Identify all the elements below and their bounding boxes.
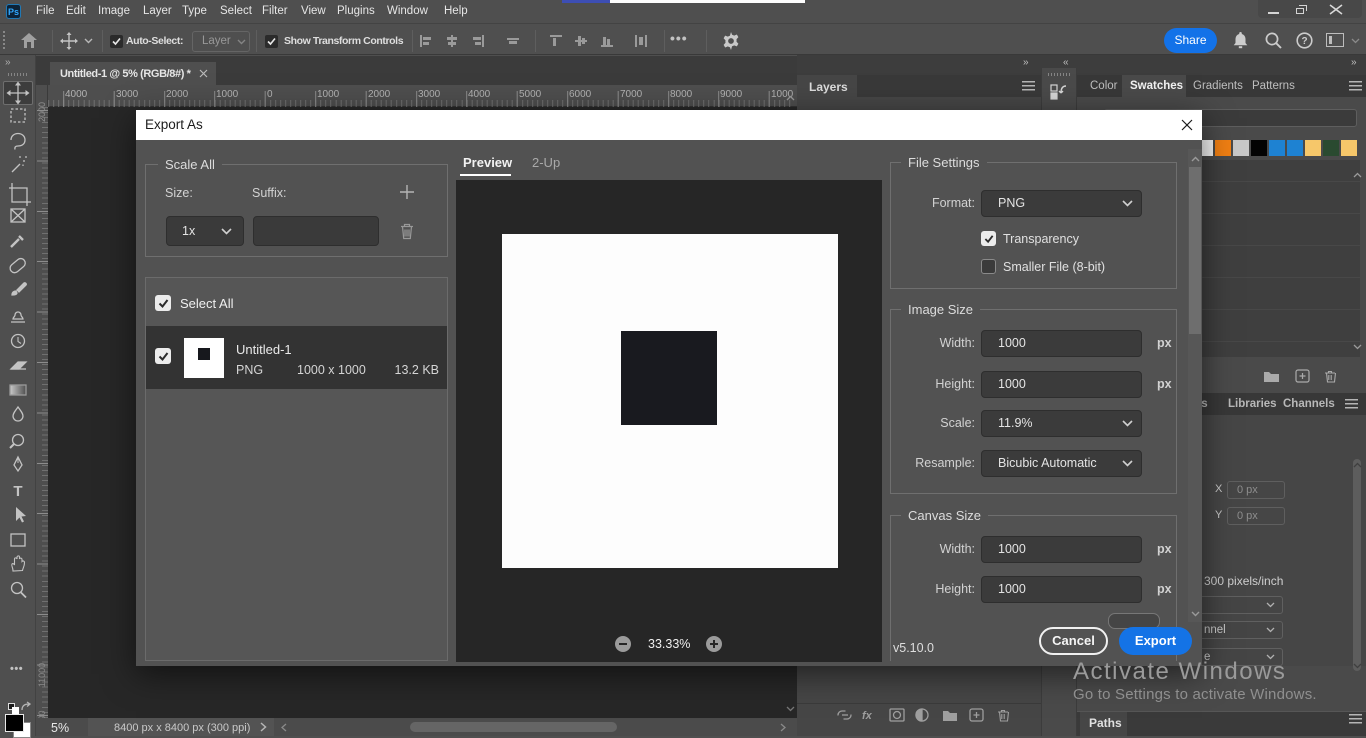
svg-text:T: T	[13, 483, 22, 500]
svg-text:fx: fx	[862, 710, 873, 722]
svg-text:?: ?	[1301, 36, 1307, 47]
